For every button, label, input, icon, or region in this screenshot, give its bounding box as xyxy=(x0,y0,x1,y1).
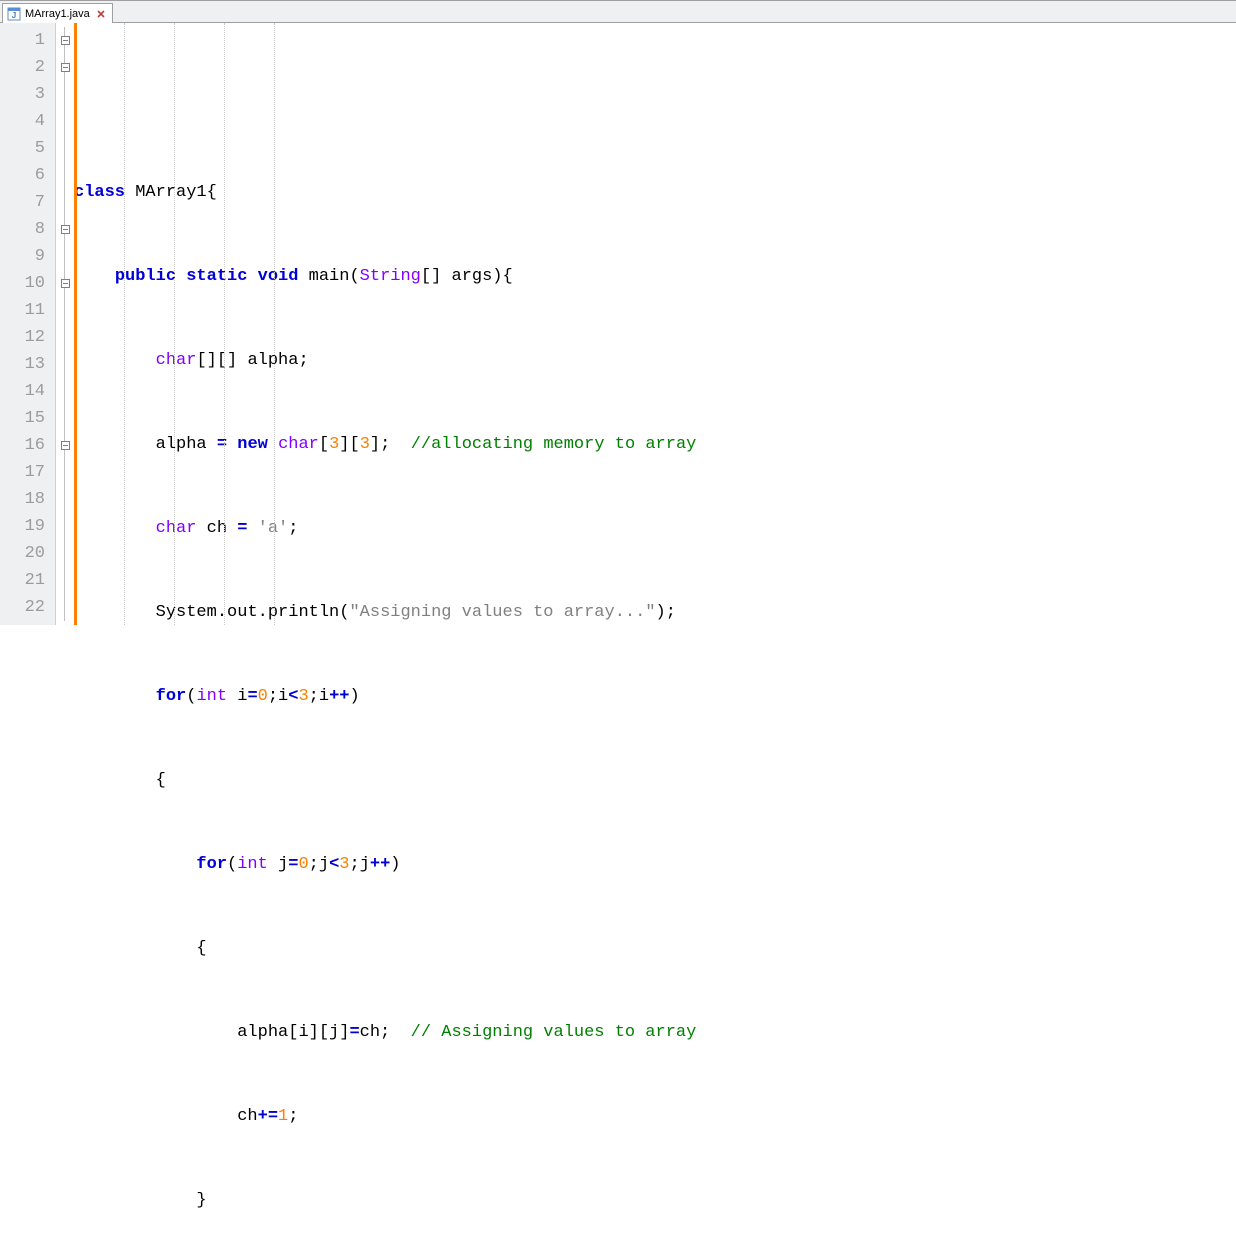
code-line[interactable]: { xyxy=(74,767,1236,794)
change-marker xyxy=(74,23,77,625)
fold-row xyxy=(56,567,74,594)
fold-row xyxy=(56,432,74,459)
fold-row xyxy=(56,378,74,405)
line-number: 1 xyxy=(0,27,55,54)
file-tab[interactable]: J MArray1.java xyxy=(2,3,113,23)
code-line[interactable]: char[][] alpha; xyxy=(74,347,1236,374)
code-line[interactable]: ch+=1; xyxy=(74,1103,1236,1130)
line-number: 12 xyxy=(0,324,55,351)
fold-row xyxy=(56,81,74,108)
code-line[interactable]: { xyxy=(74,935,1236,962)
code-area[interactable]: class MArray1{ public static void main(S… xyxy=(74,23,1236,625)
line-number: 11 xyxy=(0,297,55,324)
fold-row xyxy=(56,189,74,216)
line-number: 22 xyxy=(0,594,55,621)
svg-text:J: J xyxy=(12,11,16,20)
code-line[interactable]: public static void main(String[] args){ xyxy=(74,263,1236,290)
code-line[interactable]: class MArray1{ xyxy=(74,179,1236,206)
fold-row xyxy=(56,594,74,621)
line-number: 19 xyxy=(0,513,55,540)
line-number: 18 xyxy=(0,486,55,513)
code-line[interactable]: alpha[i][j]=ch; // Assigning values to a… xyxy=(74,1019,1236,1046)
java-file-icon: J xyxy=(7,7,21,21)
fold-row xyxy=(56,243,74,270)
line-number: 7 xyxy=(0,189,55,216)
fold-row xyxy=(56,54,74,81)
line-number: 16 xyxy=(0,432,55,459)
fold-row xyxy=(56,459,74,486)
tab-bar: J MArray1.java xyxy=(0,1,1236,23)
fold-row xyxy=(56,540,74,567)
fold-toggle-icon[interactable] xyxy=(61,441,70,450)
fold-toggle-icon[interactable] xyxy=(61,36,70,45)
fold-row xyxy=(56,351,74,378)
fold-toggle-icon[interactable] xyxy=(61,225,70,234)
line-number-gutter: 12345678910111213141516171819202122 xyxy=(0,23,56,625)
fold-row xyxy=(56,270,74,297)
line-number: 8 xyxy=(0,216,55,243)
code-line[interactable]: char ch = 'a'; xyxy=(74,515,1236,542)
fold-row xyxy=(56,405,74,432)
fold-row xyxy=(56,297,74,324)
tab-title: MArray1.java xyxy=(25,8,90,20)
fold-row xyxy=(56,486,74,513)
line-number: 4 xyxy=(0,108,55,135)
code-line[interactable]: System.out.println("Assigning values to … xyxy=(74,599,1236,626)
fold-row xyxy=(56,216,74,243)
fold-row xyxy=(56,513,74,540)
line-number: 13 xyxy=(0,351,55,378)
code-line[interactable]: for(int j=0;j<3;j++) xyxy=(74,851,1236,878)
code-line[interactable]: alpha = new char[3][3]; //allocating mem… xyxy=(74,431,1236,458)
fold-column xyxy=(56,23,74,625)
fold-row xyxy=(56,27,74,54)
fold-toggle-icon[interactable] xyxy=(61,279,70,288)
fold-row xyxy=(56,324,74,351)
line-number: 6 xyxy=(0,162,55,189)
code-line[interactable]: for(int i=0;i<3;i++) xyxy=(74,683,1236,710)
fold-row xyxy=(56,162,74,189)
close-icon[interactable] xyxy=(96,9,106,19)
fold-row xyxy=(56,108,74,135)
line-number: 17 xyxy=(0,459,55,486)
code-editor[interactable]: 12345678910111213141516171819202122 clas… xyxy=(0,23,1236,625)
fold-row xyxy=(56,135,74,162)
line-number: 15 xyxy=(0,405,55,432)
line-number: 3 xyxy=(0,81,55,108)
line-number: 21 xyxy=(0,567,55,594)
line-number: 5 xyxy=(0,135,55,162)
fold-toggle-icon[interactable] xyxy=(61,63,70,72)
line-number: 9 xyxy=(0,243,55,270)
line-number: 10 xyxy=(0,270,55,297)
line-number: 14 xyxy=(0,378,55,405)
line-number: 20 xyxy=(0,540,55,567)
line-number: 2 xyxy=(0,54,55,81)
code-line[interactable]: } xyxy=(74,1187,1236,1214)
